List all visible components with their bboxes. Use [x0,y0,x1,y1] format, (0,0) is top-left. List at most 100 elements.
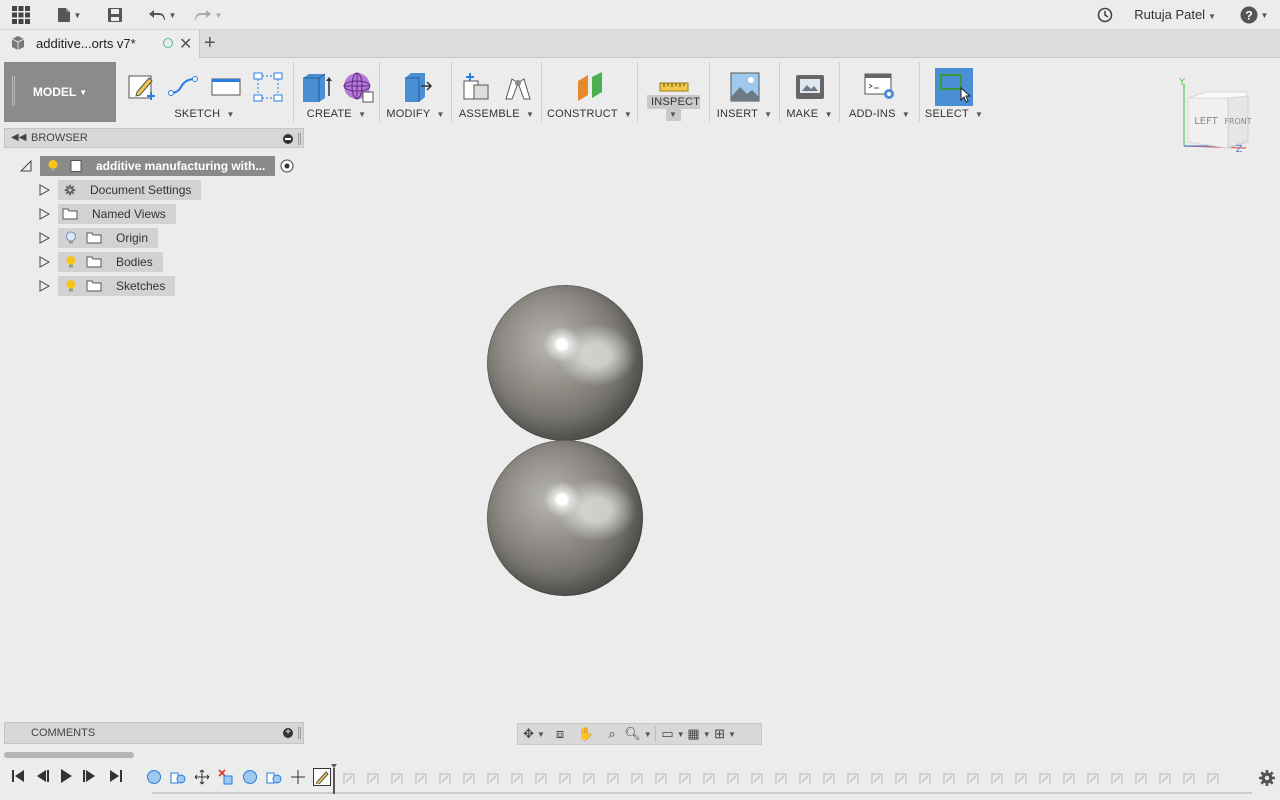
toolbar-grip[interactable] [12,76,15,106]
fit-icon[interactable]: 🔍︎ ▼ [624,724,651,744]
visibility-bulb-icon[interactable] [64,255,78,269]
help-icon: ? [1240,6,1258,24]
apps-grid-icon[interactable] [10,4,32,26]
close-tab-icon[interactable]: ✕ [179,34,192,54]
tree-root-row[interactable]: additive manufacturing with... [20,156,295,176]
form-icon[interactable] [341,70,375,104]
3d-print-icon[interactable] [793,70,827,104]
sketch-group[interactable]: SKETCH ▼ [116,62,294,122]
timeline-component-feature-icon[interactable] [265,768,283,786]
tree-item-bodies[interactable]: Bodies [38,252,163,272]
add-comment-icon[interactable]: + [283,728,293,738]
collapsed-triangle-icon[interactable] [38,256,50,268]
offset-plane-icon[interactable] [573,70,607,104]
timeline-last-icon[interactable] [106,768,126,784]
timeline-next-icon[interactable] [80,768,100,784]
insert-group-label: INSERT ▼ [716,108,773,120]
construct-group[interactable]: CONSTRUCT ▼ [542,62,638,122]
viewcube-front-face[interactable]: FRONT [1224,117,1251,126]
timeline-marker[interactable] [331,764,337,794]
new-component-icon[interactable] [459,70,493,104]
tree-node-sketches[interactable]: Sketches [58,276,176,296]
job-status-button[interactable] [1094,4,1116,26]
timeline-settings-gear-icon[interactable] [1258,769,1276,787]
viewcube[interactable]: LEFT FRONT Y Z [1176,76,1260,156]
save-button[interactable] [104,4,126,26]
tree-node-document-settings[interactable]: Document Settings [58,180,202,200]
sphere-body-top[interactable] [487,285,643,441]
modify-group[interactable]: MODIFY ▼ [380,62,452,122]
extrude-icon[interactable] [299,70,333,104]
activate-radio-icon[interactable] [279,158,295,174]
visibility-bulb-off-icon[interactable] [64,231,78,245]
document-tab[interactable]: additive...orts v7* ✕ [0,30,200,58]
inspect-group[interactable]: INSPECT ▼ [638,62,710,122]
tree-item-named-views[interactable]: Named Views [38,204,176,224]
timeline-delete-feature-icon[interactable] [217,768,235,786]
assemble-group[interactable]: ASSEMBLE ▼ [452,62,542,122]
user-menu[interactable]: Rutuja Patel ▼ [1134,7,1216,22]
timeline-suppressed-features[interactable] [340,770,1240,786]
comments-grip[interactable] [298,727,301,739]
timeline-move-feature-icon[interactable] [289,768,307,786]
timeline-sphere-feature-icon[interactable] [241,768,259,786]
new-tab-button[interactable]: + [204,32,216,55]
timeline-previous-icon[interactable] [32,768,52,784]
sphere-body-bottom[interactable] [487,440,643,596]
undo-button[interactable]: ▼ [144,4,180,26]
collapsed-triangle-icon[interactable] [38,184,50,196]
timeline-sketch-feature-icon[interactable] [313,768,331,786]
add-ins-group[interactable]: ADD-INS ▼ [840,62,920,122]
timeline-move-feature-icon[interactable] [193,768,211,786]
display-settings-icon[interactable]: ▭ ▼ [661,724,685,744]
expanded-triangle-icon[interactable] [20,160,32,172]
tree-item-document-settings[interactable]: Document Settings [38,180,202,200]
rectangle-icon[interactable] [209,70,243,104]
make-group[interactable]: MAKE ▼ [780,62,840,122]
horizontal-scrollbar[interactable] [4,752,134,758]
workspace-label: MODEL [32,85,77,99]
arc-icon[interactable] [167,70,201,104]
collapsed-triangle-icon[interactable] [38,280,50,292]
browser-grip[interactable] [298,133,301,145]
file-menu-button[interactable]: ▼ [54,4,84,26]
insert-image-icon[interactable] [728,70,762,104]
workspace-switcher[interactable]: MODEL ▼ [4,62,116,122]
comments-title: COMMENTS [31,727,96,739]
visibility-bulb-icon[interactable] [64,279,78,293]
tree-item-sketches[interactable]: Sketches [38,276,176,296]
tree-node-bodies[interactable]: Bodies [58,252,163,272]
create-sketch-icon[interactable] [125,70,159,104]
timeline-sphere-feature-icon[interactable] [145,768,163,786]
collapsed-triangle-icon[interactable] [38,208,50,220]
tree-node-named-views[interactable]: Named Views [58,204,176,224]
tree-item-origin[interactable]: Origin [38,228,159,248]
orbit-icon[interactable]: ✥ ▼ [522,724,546,744]
redo-button[interactable]: ▼ [190,4,226,26]
collapse-browser-icon[interactable]: ◀◀ [11,132,26,143]
grid-settings-icon[interactable]: ▦ ▼ [687,724,711,744]
tree-root-node[interactable]: additive manufacturing with... [40,156,276,176]
collapsed-triangle-icon[interactable] [38,232,50,244]
viewcube-left-face[interactable]: LEFT [1194,116,1218,127]
sketch-pattern-icon[interactable] [251,70,285,104]
timeline-component-feature-icon[interactable] [169,768,187,786]
select-group[interactable]: SELECT ▼ [920,62,988,122]
help-button[interactable]: ? ▼ [1238,4,1270,26]
scripts-addins-icon[interactable] [863,70,897,104]
viewcube-axis-z: Z [1236,144,1243,155]
browser-minimize-icon[interactable] [283,134,293,144]
visibility-bulb-icon[interactable] [46,159,60,173]
zoom-icon[interactable]: ⌕ [600,724,624,744]
joint-icon[interactable] [501,70,535,104]
timeline-first-icon[interactable] [8,768,28,784]
pan-hand-icon[interactable]: ✋ [574,724,598,744]
timeline-play-icon[interactable] [56,768,76,784]
create-group[interactable]: CREATE ▼ [294,62,380,122]
insert-group[interactable]: INSERT ▼ [710,62,780,122]
select-icon[interactable] [935,68,973,106]
tree-node-origin[interactable]: Origin [58,228,159,248]
press-pull-icon[interactable] [399,70,433,104]
look-at-icon[interactable]: ⧈ [548,724,572,744]
viewports-icon[interactable]: ⊞ ▼ [713,724,737,744]
